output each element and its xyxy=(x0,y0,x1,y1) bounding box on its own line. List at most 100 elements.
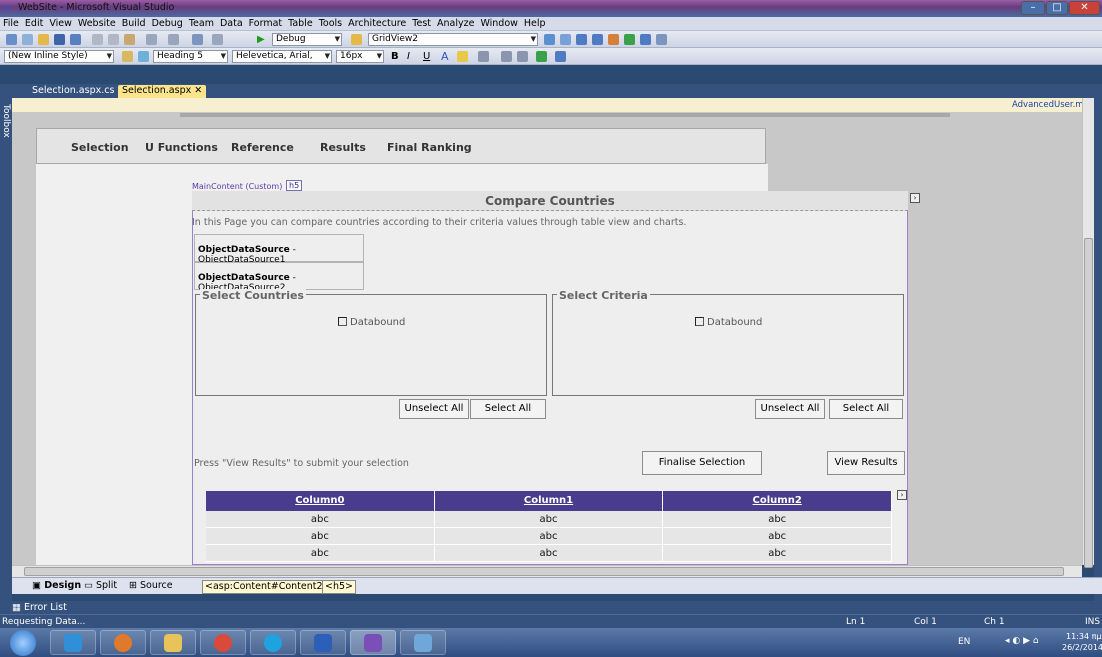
copy-icon[interactable] xyxy=(108,34,119,45)
properties-icon[interactable] xyxy=(560,34,571,45)
tray-time[interactable]: 11:34 πμ xyxy=(1066,632,1102,641)
font-size-select[interactable]: 16px ▼ xyxy=(336,50,384,63)
source-view-tab[interactable]: ⊞ Source xyxy=(129,580,173,592)
start-debugging-icon[interactable]: ▶ xyxy=(257,34,268,45)
taskbar-visual-studio[interactable] xyxy=(350,630,396,655)
start-button-icon[interactable] xyxy=(10,630,36,656)
criteria-checkbox[interactable]: Databound xyxy=(695,317,762,328)
countries-checkbox[interactable]: Databound xyxy=(338,317,405,328)
tab-selection-cs[interactable]: Selection.aspx.cs xyxy=(28,85,118,98)
horizontal-scrollbar[interactable] xyxy=(12,565,1082,577)
grid-header-column1[interactable]: Column1 xyxy=(435,491,664,511)
countries-select-all-button[interactable]: Select All xyxy=(470,399,546,419)
tray-icons[interactable]: ◂ ◐ ▶ ⌂ xyxy=(1005,636,1039,646)
view-results-button[interactable]: View Results xyxy=(827,451,905,475)
taskbar-skype[interactable] xyxy=(250,630,296,655)
font-color-icon[interactable]: A xyxy=(441,51,452,62)
close-button[interactable]: ✕ xyxy=(1069,1,1100,15)
menu-architecture[interactable]: Architecture xyxy=(345,17,409,31)
design-view-tab[interactable]: ▣ Design xyxy=(32,580,81,592)
minimize-button[interactable]: – xyxy=(1021,1,1045,15)
nav-results[interactable]: Results xyxy=(320,141,366,154)
undo-icon[interactable] xyxy=(146,34,157,45)
maximize-button[interactable]: □ xyxy=(1046,1,1068,15)
apply-style-icon[interactable] xyxy=(138,51,149,62)
object-datasource-2[interactable]: ObjectDataSource - ObjectDataSource2 xyxy=(194,262,364,293)
vertical-scrollbar[interactable] xyxy=(1082,98,1094,568)
highlight-icon[interactable] xyxy=(457,51,468,62)
taskbar-media-player[interactable] xyxy=(50,630,96,655)
paste-icon[interactable] xyxy=(124,34,135,45)
h5-tag-label[interactable]: h5 xyxy=(286,180,303,191)
nav-final-ranking[interactable]: Final Ranking xyxy=(387,141,472,154)
close-tab-icon[interactable]: ✕ xyxy=(194,85,202,96)
open-file-icon[interactable] xyxy=(38,34,49,45)
style-select[interactable]: (New Inline Style) ▼ xyxy=(4,50,114,63)
navigate-backward-icon[interactable] xyxy=(192,34,203,45)
grid-header-column0[interactable]: Column0 xyxy=(206,491,435,511)
tray-language[interactable]: EN xyxy=(958,637,970,647)
team-explorer-icon[interactable] xyxy=(608,34,619,45)
error-list-tab[interactable]: ▦ Error List xyxy=(0,601,1102,614)
taskbar-firefox[interactable] xyxy=(100,630,146,655)
menu-test[interactable]: Test xyxy=(409,17,434,31)
grid-header-column2[interactable]: Column2 xyxy=(663,491,893,511)
grid-smart-tag-icon[interactable]: › xyxy=(897,490,907,500)
menu-build[interactable]: Build xyxy=(119,17,149,31)
menu-team[interactable]: Team xyxy=(186,17,217,31)
numbered-list-icon[interactable] xyxy=(501,51,512,62)
redo-icon[interactable] xyxy=(168,34,179,45)
navigate-forward-icon[interactable] xyxy=(212,34,223,45)
bullet-list-icon[interactable] xyxy=(517,51,528,62)
object-browser-icon[interactable] xyxy=(576,34,587,45)
menu-analyze[interactable]: Analyze xyxy=(434,17,477,31)
find-in-files-icon[interactable] xyxy=(351,34,362,45)
menu-data[interactable]: Data xyxy=(217,17,246,31)
breadcrumb-h5[interactable]: <h5> xyxy=(322,580,356,594)
horizontal-scroll-thumb[interactable] xyxy=(24,567,1064,576)
criteria-select-all-button[interactable]: Select All xyxy=(829,399,903,419)
menu-help[interactable]: Help xyxy=(521,17,549,31)
menu-debug[interactable]: Debug xyxy=(149,17,186,31)
menu-edit[interactable]: Edit xyxy=(22,17,46,31)
tray-date[interactable]: 26/2/2014 xyxy=(1062,643,1102,652)
toolbox-icon[interactable] xyxy=(592,34,603,45)
split-view-tab[interactable]: ▭ Split xyxy=(84,580,117,592)
taskbar-chrome[interactable] xyxy=(200,630,246,655)
nav-selection[interactable]: Selection xyxy=(71,141,129,154)
image-icon[interactable] xyxy=(555,51,566,62)
criteria-unselect-all-button[interactable]: Unselect All xyxy=(755,399,825,419)
save-all-icon[interactable] xyxy=(70,34,81,45)
toolbox-strip[interactable]: Toolbox xyxy=(0,84,12,604)
menu-format[interactable]: Format xyxy=(246,17,285,31)
toolbox-label[interactable]: Toolbox xyxy=(1,104,11,138)
cut-icon[interactable] xyxy=(92,34,103,45)
menu-view[interactable]: View xyxy=(46,17,75,31)
vertical-scroll-thumb[interactable] xyxy=(1084,238,1093,568)
taskbar-word[interactable] xyxy=(300,630,346,655)
more-windows-icon[interactable] xyxy=(656,34,667,45)
taskbar-paint[interactable] xyxy=(400,630,446,655)
extension-manager-icon[interactable] xyxy=(640,34,651,45)
content-region-label[interactable]: MainContent (Custom) xyxy=(192,182,282,191)
solution-explorer-icon[interactable] xyxy=(544,34,555,45)
start-page-icon[interactable] xyxy=(624,34,635,45)
menu-website[interactable]: Website xyxy=(75,17,119,31)
menu-file[interactable]: File xyxy=(0,17,22,31)
add-item-icon[interactable] xyxy=(22,34,33,45)
finalise-selection-button[interactable]: Finalise Selection xyxy=(642,451,762,475)
object-datasource-1[interactable]: ObjectDataSource - ObjectDataSource1 xyxy=(194,234,364,265)
new-style-icon[interactable] xyxy=(122,51,133,62)
results-gridview[interactable]: Column0 Column1 Column2 abc abc abc abc … xyxy=(206,491,893,562)
justify-icon[interactable] xyxy=(478,51,489,62)
find-combo[interactable]: GridView2 ▼ xyxy=(368,33,538,46)
smart-tag-icon[interactable]: › xyxy=(910,193,920,203)
hyperlink-icon[interactable] xyxy=(536,51,547,62)
italic-icon[interactable]: I xyxy=(407,51,418,62)
solution-config-select[interactable]: Debug ▼ xyxy=(272,33,342,46)
underline-icon[interactable]: U xyxy=(423,51,434,62)
nav-u-functions[interactable]: U Functions xyxy=(145,141,218,154)
countries-unselect-all-button[interactable]: Unselect All xyxy=(399,399,469,419)
font-family-select[interactable]: Helevetica, Arial, ▼ xyxy=(232,50,332,63)
menu-table[interactable]: Table xyxy=(285,17,316,31)
